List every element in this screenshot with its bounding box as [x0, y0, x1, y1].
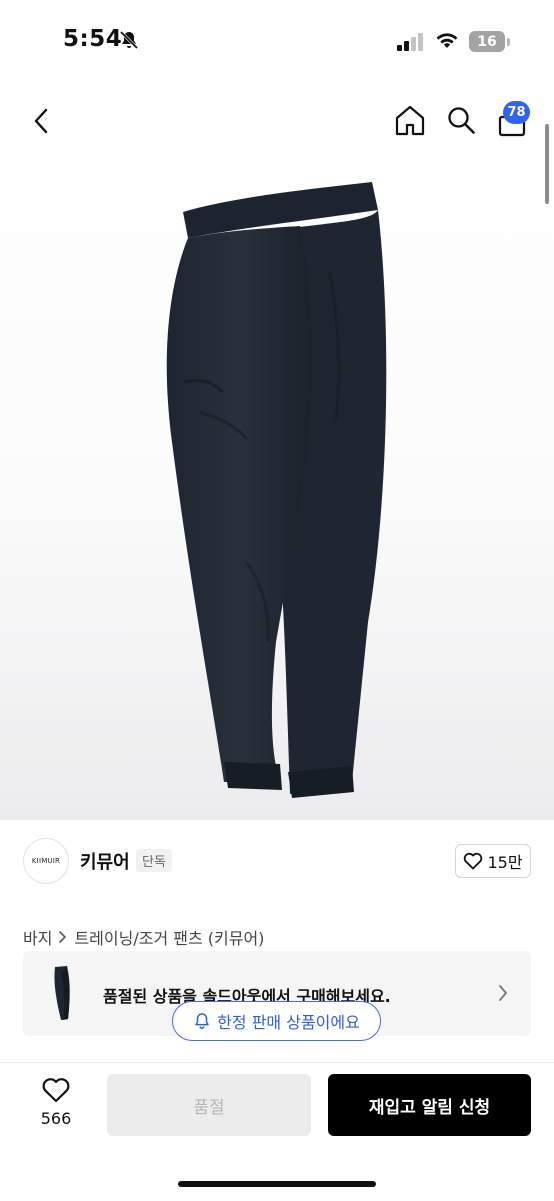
chevron-right-icon — [499, 985, 508, 1001]
brand-logo[interactable]: KIIMUIR — [23, 838, 69, 884]
sweatpants-image — [166, 182, 387, 798]
soldout-button[interactable]: 품절 — [107, 1074, 311, 1136]
limited-sale-text: 한정 판매 상품이에요 — [217, 1013, 360, 1032]
battery-indicator: 16 — [469, 31, 505, 52]
chevron-left-icon — [34, 108, 48, 134]
brand-name[interactable]: 키뮤어 — [80, 848, 130, 874]
brand-like-button[interactable]: 15만 — [455, 844, 531, 878]
breadcrumb-subcategory[interactable]: 트레이닝/조거 팬츠 (키뮤어) — [74, 925, 264, 949]
wishlist-count: 566 — [40, 1109, 72, 1128]
signal-icon — [397, 33, 425, 55]
search-button[interactable] — [443, 102, 479, 138]
bell-icon — [195, 1013, 209, 1030]
heart-icon — [42, 1078, 70, 1103]
product-image[interactable] — [0, 82, 554, 820]
brand-logo-text: KIIMUIR — [31, 857, 61, 865]
battery-cap — [507, 38, 510, 46]
breadcrumb: 바지 트레이닝/조거 팬츠 (키뮤어) — [23, 925, 264, 949]
cart-count-badge: 78 — [503, 101, 530, 124]
status-bar: 5:54 16 — [0, 0, 554, 82]
brand-like-count: 15만 — [487, 853, 523, 872]
search-icon — [448, 107, 475, 134]
heart-icon — [464, 852, 483, 870]
breadcrumb-category[interactable]: 바지 — [23, 925, 52, 949]
home-icon — [395, 105, 425, 136]
back-button[interactable] — [24, 104, 58, 138]
brand-row: KIIMUIR 키뮤어 단독 15만 — [0, 820, 554, 904]
home-button[interactable] — [392, 102, 428, 138]
scroll-indicator — [545, 124, 549, 204]
restock-alert-button[interactable]: 재입고 알림 신청 — [328, 1074, 531, 1136]
limited-sale-badge[interactable]: 한정 판매 상품이에요 — [172, 1001, 381, 1041]
product-thumbnail — [54, 966, 70, 1020]
exclusive-tag: 단독 — [136, 849, 172, 872]
bell-off-icon — [119, 30, 139, 54]
chevron-right-icon — [59, 931, 67, 943]
home-indicator — [178, 1181, 376, 1187]
wifi-icon — [435, 31, 459, 53]
wishlist-button[interactable]: 566 — [30, 1077, 82, 1137]
status-time: 5:54 — [63, 26, 123, 52]
